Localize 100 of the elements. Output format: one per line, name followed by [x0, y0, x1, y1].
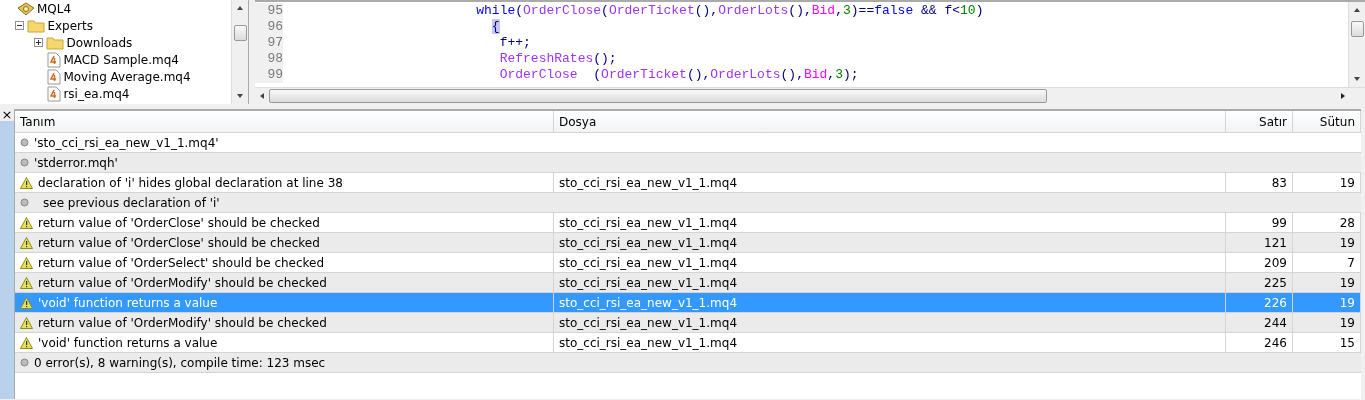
file-name: sto_cci_rsi_ea_new_v1_1.mq4 — [559, 175, 737, 190]
tree-item[interactable]: rsi_ea.mq4 — [61, 86, 132, 101]
warning-icon — [20, 176, 33, 189]
code-token: ( — [515, 3, 524, 18]
code-token: (); — [593, 51, 617, 66]
line-number: 225 — [1264, 275, 1287, 290]
plus-icon[interactable] — [34, 38, 44, 47]
file-name: sto_cci_rsi_ea_new_v1_1.mq4 — [559, 255, 737, 270]
file-name: sto_cci_rsi_ea_new_v1_1.mq4 — [559, 215, 737, 230]
code-token: && f< — [921, 3, 961, 18]
vertical-scrollbar[interactable] — [1348, 2, 1365, 87]
column-number: 15 — [1339, 335, 1355, 350]
warning-icon — [20, 216, 33, 229]
message-text: see previous declaration of 'i' — [42, 195, 220, 210]
message-text: return value of 'OrderClose' should be checked — [38, 235, 320, 250]
line-number: 99 — [1271, 215, 1287, 230]
line-number: 95 — [255, 3, 283, 19]
message-row[interactable]: 'stderror.mqh' — [15, 153, 1361, 173]
line-number: 96 — [255, 19, 283, 35]
file-name: sto_cci_rsi_ea_new_v1_1.mq4 — [559, 315, 737, 330]
warning-icon — [20, 256, 33, 269]
message-row[interactable]: see previous declaration of 'i' — [15, 193, 1361, 213]
code-token: OrderClose — [499, 67, 578, 82]
code-token: OrderTicket — [601, 67, 687, 82]
code-token: , — [827, 67, 836, 82]
message-text: 'void' function returns a value — [38, 295, 218, 310]
file-icon — [47, 51, 62, 68]
warning-icon — [20, 236, 33, 249]
line-number: 97 — [255, 35, 283, 51]
message-text: 'void' function returns a value — [38, 335, 218, 350]
line-number: 83 — [1271, 175, 1287, 190]
code-token: 3 — [842, 3, 851, 18]
dot-icon — [20, 358, 29, 367]
column-number: 19 — [1339, 175, 1355, 190]
warning-icon — [20, 296, 33, 309]
vertical-scrollbar[interactable] — [231, 0, 248, 104]
column-header[interactable]: Dosya — [554, 111, 1226, 132]
message-text: return value of 'OrderClose' should be checked — [38, 215, 320, 230]
code-token: )== — [850, 3, 875, 18]
code-token: while — [476, 3, 516, 18]
code-token: Bid — [803, 67, 828, 82]
code-token: , — [835, 3, 843, 18]
code-token: ); — [842, 67, 859, 82]
folder-icon — [46, 35, 65, 50]
tree-item[interactable]: Downloads — [64, 35, 135, 50]
column-number: 19 — [1339, 275, 1355, 290]
code-token: ( — [601, 3, 609, 18]
dot-icon — [20, 138, 29, 147]
tree-item[interactable]: Moving Average.mq4 — [61, 69, 193, 84]
line-number: 244 — [1264, 315, 1287, 330]
code-token: ) — [975, 3, 984, 18]
file-name: sto_cci_rsi_ea_new_v1_1.mq4 — [559, 335, 737, 350]
message-text: return value of 'OrderModify' should be checked — [38, 275, 327, 290]
code-token: RefreshRates — [499, 51, 594, 66]
line-number: 98 — [255, 51, 283, 67]
code-token: Bid — [811, 3, 836, 18]
message-row[interactable]: 0 error(s), 8 warning(s), compile time: 123 msec — [15, 353, 1361, 373]
line-number: 209 — [1264, 255, 1287, 270]
message-row[interactable]: return value of 'OrderModify' should be checked sto_cci_rsi_ea_new_v1_1.mq4 244 19 — [15, 313, 1361, 333]
column-number: 19 — [1339, 235, 1355, 250]
line-number: 226 — [1264, 295, 1287, 310]
code-token: ( — [593, 67, 602, 82]
dot-icon — [20, 158, 29, 167]
message-text: return value of 'OrderSelect' should be checked — [38, 255, 325, 270]
tree-item[interactable]: MACD Sample.mq4 — [61, 52, 181, 67]
folder-icon — [27, 18, 46, 33]
message-text: 'sto_cci_rsi_ea_new_v1_1.mq4' — [34, 135, 219, 150]
column-header[interactable]: Sütun — [1293, 111, 1361, 132]
scroll-thumb[interactable] — [1350, 20, 1364, 37]
warning-icon — [20, 336, 33, 349]
code-token: 10 — [960, 3, 976, 18]
close-button[interactable]: × — [0, 109, 14, 121]
column-header[interactable]: Tanım — [15, 111, 554, 132]
tree-item[interactable]: MQL4 — [35, 1, 74, 16]
code-token: OrderLots — [718, 3, 789, 18]
warning-icon — [20, 276, 33, 289]
minus-icon[interactable] — [15, 21, 25, 30]
file-name: sto_cci_rsi_ea_new_v1_1.mq4 — [559, 235, 737, 250]
message-text: return value of 'OrderModify' should be checked — [38, 315, 327, 330]
code-token: f++; — [499, 35, 531, 50]
tree-item[interactable]: Experts — [45, 18, 95, 33]
horizontal-scrollbar[interactable] — [255, 87, 1365, 104]
column-number: 19 — [1339, 295, 1355, 310]
code-token: false — [874, 3, 914, 18]
column-header[interactable]: Satır — [1226, 111, 1293, 132]
book-icon — [17, 1, 35, 16]
column-number: 28 — [1339, 215, 1355, 230]
warning-icon — [20, 316, 33, 329]
message-row[interactable]: return value of 'OrderModify' should be checked sto_cci_rsi_ea_new_v1_1.mq4 225 19 — [15, 273, 1361, 293]
line-number: 121 — [1264, 235, 1287, 250]
file-name: sto_cci_rsi_ea_new_v1_1.mq4 — [559, 275, 737, 290]
column-number: 19 — [1339, 315, 1355, 330]
message-row[interactable]: return value of 'OrderClose' should be checked sto_cci_rsi_ea_new_v1_1.mq4 121 19 — [15, 233, 1361, 253]
scroll-thumb[interactable] — [233, 25, 247, 41]
code-token: 3 — [835, 67, 843, 82]
file-name: sto_cci_rsi_ea_new_v1_1.mq4 — [559, 295, 737, 310]
file-icon — [47, 68, 62, 85]
code-token: (), — [788, 3, 812, 18]
scroll-thumb[interactable] — [269, 89, 1047, 103]
message-text: 0 error(s), 8 warning(s), compile time: 123 msec — [34, 355, 326, 370]
